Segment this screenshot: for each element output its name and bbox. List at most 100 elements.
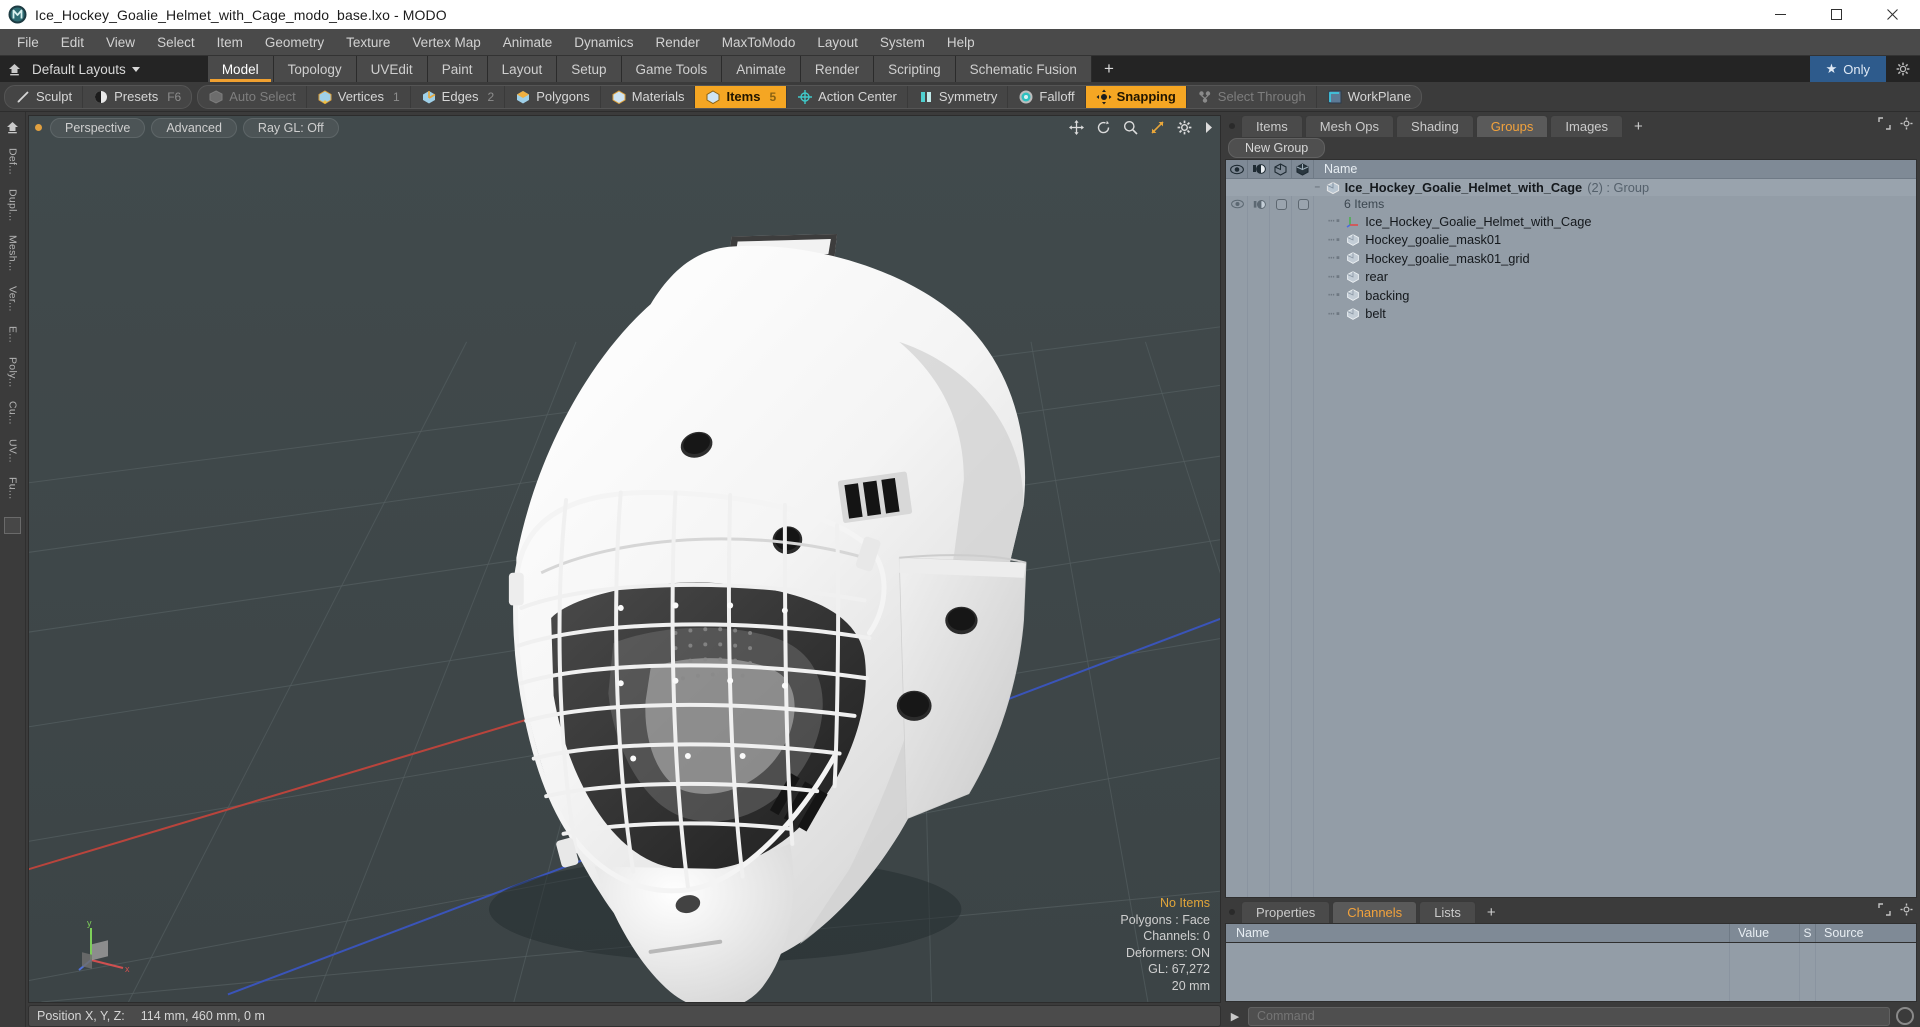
menu-help[interactable]: Help xyxy=(936,32,986,53)
table-row[interactable]: ⋯▪ belt xyxy=(1226,305,1916,324)
layout-tab-uvedit[interactable]: UVEdit xyxy=(356,56,428,82)
rail-home-icon[interactable] xyxy=(5,120,21,136)
rail-item-vertex[interactable]: Ver... xyxy=(7,280,19,318)
rail-item-uv[interactable]: UV... xyxy=(7,433,19,469)
render-shading-icon[interactable] xyxy=(1248,160,1270,178)
table-row[interactable]: ⋯▪ Hockey_goalie_mask01_grid xyxy=(1226,249,1916,268)
row-visibility-toggle[interactable] xyxy=(1226,199,1248,210)
menu-select[interactable]: Select xyxy=(146,32,206,53)
rail-item-edge[interactable]: E... xyxy=(7,320,19,349)
3d-viewport[interactable]: Perspective Advanced Ray GL: Off y x No … xyxy=(28,115,1221,1003)
zoom-icon[interactable] xyxy=(1123,120,1138,135)
symmetry-button[interactable]: Symmetry xyxy=(908,85,1009,108)
add-bottom-tab-button[interactable]: + xyxy=(1478,901,1505,923)
lock-cube-icon[interactable] xyxy=(1270,160,1292,178)
tab-items[interactable]: Items xyxy=(1241,115,1303,137)
menu-animate[interactable]: Animate xyxy=(492,32,564,53)
menu-view[interactable]: View xyxy=(95,32,146,53)
tab-images[interactable]: Images xyxy=(1550,115,1624,137)
row-lock-checkbox[interactable] xyxy=(1270,198,1292,210)
menu-edit[interactable]: Edit xyxy=(50,32,95,53)
items-button[interactable]: Items 5 xyxy=(695,85,788,108)
menu-maxtomodo[interactable]: MaxToModo xyxy=(711,32,807,53)
layout-tab-topology[interactable]: Topology xyxy=(273,56,357,82)
menu-geometry[interactable]: Geometry xyxy=(254,32,335,53)
menu-vertex-map[interactable]: Vertex Map xyxy=(401,32,491,53)
tab-shading[interactable]: Shading xyxy=(1396,115,1474,137)
default-layouts-dropdown[interactable]: Default Layouts xyxy=(28,56,148,82)
falloff-button[interactable]: Falloff xyxy=(1008,85,1086,108)
menu-texture[interactable]: Texture xyxy=(335,32,401,53)
layout-tab-model[interactable]: Model xyxy=(207,56,274,82)
tree-expand-toggle[interactable]: – xyxy=(1314,182,1321,194)
row-wire-checkbox[interactable] xyxy=(1292,198,1314,210)
fit-icon[interactable] xyxy=(1150,120,1165,135)
add-layout-tab-button[interactable]: + xyxy=(1092,56,1126,82)
bottom-panel-maximize-icon[interactable] xyxy=(1878,903,1891,921)
snapping-button[interactable]: Snapping xyxy=(1085,85,1187,108)
panel-maximize-icon[interactable] xyxy=(1878,117,1891,135)
menu-dynamics[interactable]: Dynamics xyxy=(563,32,644,53)
rail-item-duplicate[interactable]: Dupl... xyxy=(7,183,19,227)
table-row[interactable]: ⋯▪ rear xyxy=(1226,268,1916,287)
command-input[interactable] xyxy=(1248,1006,1890,1026)
panel-options-icon[interactable] xyxy=(1900,117,1913,135)
layout-tab-animate[interactable]: Animate xyxy=(722,56,801,82)
expand-arrow-icon[interactable] xyxy=(1204,121,1214,134)
rail-item-fusion[interactable]: Fu... xyxy=(7,471,19,506)
viewport-shading-button[interactable]: Advanced xyxy=(151,117,237,138)
vertices-button[interactable]: Vertices 1 xyxy=(307,85,411,108)
wireframe-cube-icon[interactable] xyxy=(1292,160,1314,178)
bottom-panel-options-icon[interactable] xyxy=(1900,903,1913,921)
menu-file[interactable]: File xyxy=(6,32,50,53)
bottom-panel-menu-dot-icon[interactable] xyxy=(1225,901,1239,923)
viewport-projection-button[interactable]: Perspective xyxy=(50,117,146,138)
presets-button[interactable]: Presets F6 xyxy=(83,86,191,108)
channels-body[interactable] xyxy=(1225,942,1917,1002)
select-through-button[interactable]: Select Through xyxy=(1187,85,1317,108)
edges-button[interactable]: Edges 2 xyxy=(411,85,506,108)
layout-tab-layout[interactable]: Layout xyxy=(487,56,558,82)
action-center-button[interactable]: Action Center xyxy=(787,85,908,108)
move-icon[interactable] xyxy=(1069,120,1084,135)
only-toggle-button[interactable]: ★ Only xyxy=(1809,56,1886,82)
menu-item[interactable]: Item xyxy=(206,32,254,53)
menu-system[interactable]: System xyxy=(869,32,936,53)
new-group-button[interactable]: New Group xyxy=(1228,138,1326,158)
workplane-button[interactable]: WorkPlane xyxy=(1317,86,1421,108)
tab-lists[interactable]: Lists xyxy=(1419,901,1476,923)
rotate-icon[interactable] xyxy=(1096,120,1111,135)
sculpt-button[interactable]: Sculpt xyxy=(5,85,84,108)
table-row[interactable]: ⋯▪ backing xyxy=(1226,286,1916,305)
minimize-button[interactable] xyxy=(1752,0,1808,29)
panel-menu-dot-icon[interactable] xyxy=(1225,115,1239,137)
viewport-indicator-dot[interactable] xyxy=(35,124,42,131)
tab-properties[interactable]: Properties xyxy=(1241,901,1331,923)
record-icon[interactable] xyxy=(1896,1007,1914,1025)
menu-layout[interactable]: Layout xyxy=(806,32,869,53)
rail-color-swatch[interactable] xyxy=(4,517,21,535)
table-row[interactable]: ⋯▪ Hockey_goalie_mask01 xyxy=(1226,231,1916,250)
row-shading-toggle[interactable] xyxy=(1248,199,1270,210)
rail-item-curve[interactable]: Cu... xyxy=(7,395,19,431)
add-panel-tab-button[interactable]: + xyxy=(1625,115,1652,137)
auto-select-button[interactable]: Auto Select xyxy=(198,85,307,108)
rail-item-polygon[interactable]: Poly... xyxy=(7,351,19,394)
menu-render[interactable]: Render xyxy=(645,32,711,53)
tree-body[interactable]: – Ice_Hockey_Goalie_Helmet_with_Cage (2)… xyxy=(1226,179,1916,897)
tab-groups[interactable]: Groups xyxy=(1475,115,1549,137)
home-up-icon[interactable] xyxy=(0,56,28,82)
visibility-eye-icon[interactable] xyxy=(1226,160,1248,178)
gear-icon[interactable] xyxy=(1886,56,1920,82)
command-arrow-icon[interactable]: ▶ xyxy=(1228,1010,1242,1023)
layout-tab-setup[interactable]: Setup xyxy=(557,56,622,82)
tab-mesh-ops[interactable]: Mesh Ops xyxy=(1304,115,1395,137)
rail-item-mesh[interactable]: Mesh... xyxy=(7,229,19,278)
layout-tab-paint[interactable]: Paint xyxy=(427,56,488,82)
close-button[interactable] xyxy=(1864,0,1920,29)
layout-tab-schematic-fusion[interactable]: Schematic Fusion xyxy=(955,56,1092,82)
layout-tab-scripting[interactable]: Scripting xyxy=(874,56,956,82)
tab-channels[interactable]: Channels xyxy=(1332,901,1418,923)
maximize-button[interactable] xyxy=(1808,0,1864,29)
table-row[interactable]: ⋯▪ Ice_Hockey_Goalie_Helmet_with_Cage xyxy=(1226,212,1916,231)
